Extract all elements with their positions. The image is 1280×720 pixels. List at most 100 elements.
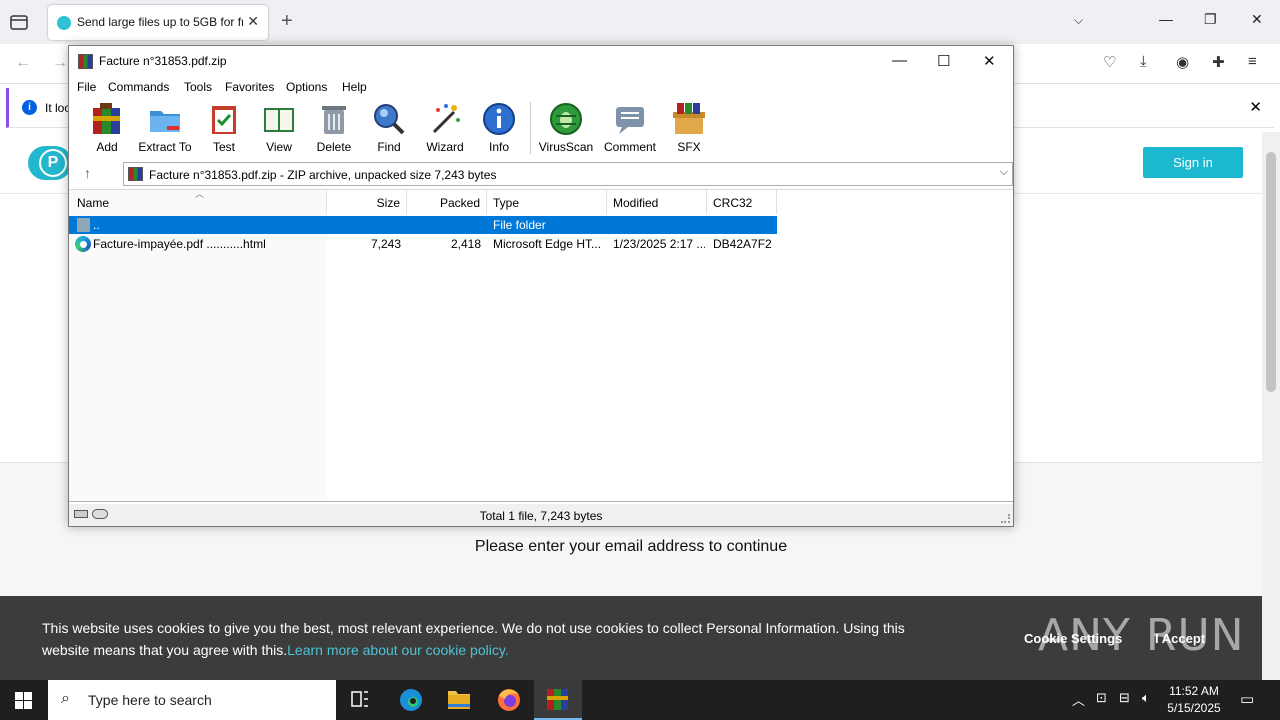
menu-commands[interactable]: Commands — [108, 80, 169, 94]
comment-bubble-icon — [616, 107, 644, 134]
info-circle-icon — [483, 103, 515, 135]
winrar-titlebar[interactable]: Facture n°31853.pdf.zip — ☐ ✕ — [69, 46, 1013, 76]
browser-restore-icon[interactable]: ❐ — [1204, 11, 1217, 28]
menu-favorites[interactable]: Favorites — [225, 80, 274, 94]
sfx-box-icon — [673, 103, 705, 134]
row-modified: 1/23/2025 2:17 ... — [613, 237, 705, 251]
row-type: File folder — [493, 218, 546, 232]
taskbar-winrar-button[interactable] — [534, 680, 582, 720]
extract-to-label: Extract To — [138, 140, 192, 154]
folder-icon — [77, 218, 90, 232]
menu-help[interactable]: Help — [342, 80, 367, 94]
info-button[interactable]: Info — [467, 102, 531, 154]
file-explorer-icon — [448, 691, 470, 709]
virusscan-button[interactable]: VirusScan — [534, 102, 598, 154]
col-packed[interactable]: Packed — [407, 190, 487, 214]
winrar-statusbar: Total 1 file, 7,243 bytes — [69, 504, 1013, 526]
volume-icon[interactable]: 🔈︎ — [1142, 690, 1150, 706]
row-name: .. — [93, 218, 100, 232]
row-name: Facture-impayée.pdf ...........html — [93, 237, 266, 251]
taskbar-edge-button[interactable] — [387, 680, 435, 720]
taskbar-firefox-button[interactable] — [485, 680, 533, 720]
back-icon[interactable]: ← — [15, 54, 31, 72]
winrar-minimize-icon[interactable]: — — [892, 52, 907, 69]
notification-close-icon[interactable]: ✕ — [1249, 98, 1262, 116]
site-logo-letter: P — [39, 149, 67, 177]
add-label: Add — [96, 140, 118, 154]
account-icon[interactable]: ◉ — [1176, 53, 1189, 71]
info-label: Info — [488, 140, 509, 154]
tab-list-icon[interactable] — [8, 12, 30, 32]
taskbar-clock[interactable]: 11:52 AM 5/15/2025 — [1160, 683, 1228, 717]
network-icon[interactable]: ⊟ — [1119, 690, 1130, 706]
search-icon: ⌕ — [61, 690, 70, 707]
chevron-down-icon[interactable]: ⌵ — [1000, 166, 1008, 179]
column-header-row: ︿ Name Size Packed Type Modified CRC32 — [69, 189, 777, 214]
search-placeholder: Type here to search — [88, 692, 212, 708]
row-crc32: DB42A7F2 — [713, 237, 772, 251]
winrar-menubar: File Commands Tools Favorites Options He… — [69, 76, 1013, 96]
resize-grip-icon[interactable] — [1001, 514, 1010, 523]
winrar-close-icon[interactable]: ✕ — [983, 52, 996, 70]
row-type: Microsoft Edge HT... — [493, 237, 602, 251]
tab-title: Send large files up to 5GB for fr — [77, 15, 243, 29]
list-all-tabs-icon[interactable]: ⌵ — [1074, 13, 1083, 28]
address-bar: ↑ Facture n°31853.pdf.zip - ZIP archive,… — [69, 162, 1013, 186]
virusscan-label: VirusScan — [538, 140, 594, 154]
task-view-button[interactable] — [336, 680, 384, 720]
downloads-icon[interactable]: ⤓ — [1140, 53, 1147, 70]
page-scrollbar[interactable] — [1262, 132, 1280, 680]
windows-start-icon[interactable] — [15, 692, 32, 709]
pocket-icon[interactable]: ♡ — [1103, 53, 1116, 71]
extract-folder-icon — [150, 111, 180, 132]
taskbar-search-box[interactable]: ⌕ Type here to search — [48, 680, 336, 720]
archive-path-field[interactable]: Facture n°31853.pdf.zip - ZIP archive, u… — [123, 162, 1013, 186]
col-name[interactable]: Name — [71, 190, 327, 214]
test-clipboard-icon — [212, 106, 236, 134]
sfx-button[interactable]: SFX — [657, 102, 721, 154]
winrar-maximize-icon[interactable]: ☐ — [937, 52, 950, 70]
find-label: Find — [377, 140, 401, 154]
table-row-parent-folder[interactable]: .. File folder — [69, 216, 777, 234]
find-button[interactable]: Find — [357, 102, 421, 154]
forward-icon[interactable]: → — [52, 54, 68, 72]
toolbar-separator — [530, 102, 531, 154]
sign-in-button[interactable]: Sign in — [1143, 147, 1243, 178]
archive-path-text: Facture n°31853.pdf.zip - ZIP archive, u… — [149, 168, 497, 182]
cookie-text: This website uses cookies to give you th… — [42, 617, 912, 661]
windows-taskbar: ⌕ Type here to search ︿ ⊡ ⊟ 🔈︎ 11:52 AM … — [0, 680, 1280, 720]
browser-minimize-icon[interactable]: — — [1159, 11, 1173, 27]
browser-tab-bar: Send large files up to 5GB for fr ✕ + ⌵ … — [0, 0, 1280, 44]
winrar-window: Facture n°31853.pdf.zip — ☐ ✕ File Comma… — [68, 45, 1014, 527]
menu-tools[interactable]: Tools — [184, 80, 212, 94]
tray-chevron-up-icon[interactable]: ︿ — [1072, 690, 1085, 709]
col-size[interactable]: Size — [327, 190, 407, 214]
taskbar-explorer-button[interactable] — [435, 680, 483, 720]
new-tab-icon[interactable]: + — [281, 10, 293, 33]
col-crc32[interactable]: CRC32 — [707, 190, 777, 214]
tray-security-icon[interactable]: ⊡ — [1096, 690, 1107, 706]
add-button[interactable]: Add — [75, 102, 139, 154]
winrar-icon — [547, 689, 568, 710]
menu-icon[interactable]: ≡ — [1248, 53, 1257, 70]
comment-button[interactable]: Comment — [598, 102, 662, 154]
notification-center-icon[interactable]: ▭ — [1240, 690, 1254, 708]
table-row-file[interactable]: Facture-impayée.pdf ...........html 7,24… — [69, 235, 777, 253]
browser-close-icon[interactable]: ✕ — [1251, 11, 1263, 28]
firefox-icon — [498, 689, 520, 711]
view-book-icon — [264, 108, 294, 132]
status-text: Total 1 file, 7,243 bytes — [479, 509, 603, 523]
scrollbar-thumb[interactable] — [1266, 152, 1276, 392]
extensions-icon[interactable]: ✚ — [1212, 53, 1225, 71]
col-modified[interactable]: Modified — [607, 190, 707, 214]
clock-date: 5/15/2025 — [1167, 701, 1221, 715]
up-folder-icon[interactable]: ↑ — [84, 165, 91, 181]
extract-to-button[interactable]: Extract To — [133, 102, 197, 154]
tab-close-icon[interactable]: ✕ — [247, 13, 259, 30]
menu-options[interactable]: Options — [286, 80, 327, 94]
site-logo[interactable]: P — [28, 146, 72, 180]
cookie-policy-link[interactable]: Learn more about our cookie policy. — [287, 642, 509, 658]
menu-file[interactable]: File — [77, 80, 96, 94]
col-type[interactable]: Type — [487, 190, 607, 214]
browser-tab[interactable]: Send large files up to 5GB for fr ✕ — [48, 5, 268, 40]
